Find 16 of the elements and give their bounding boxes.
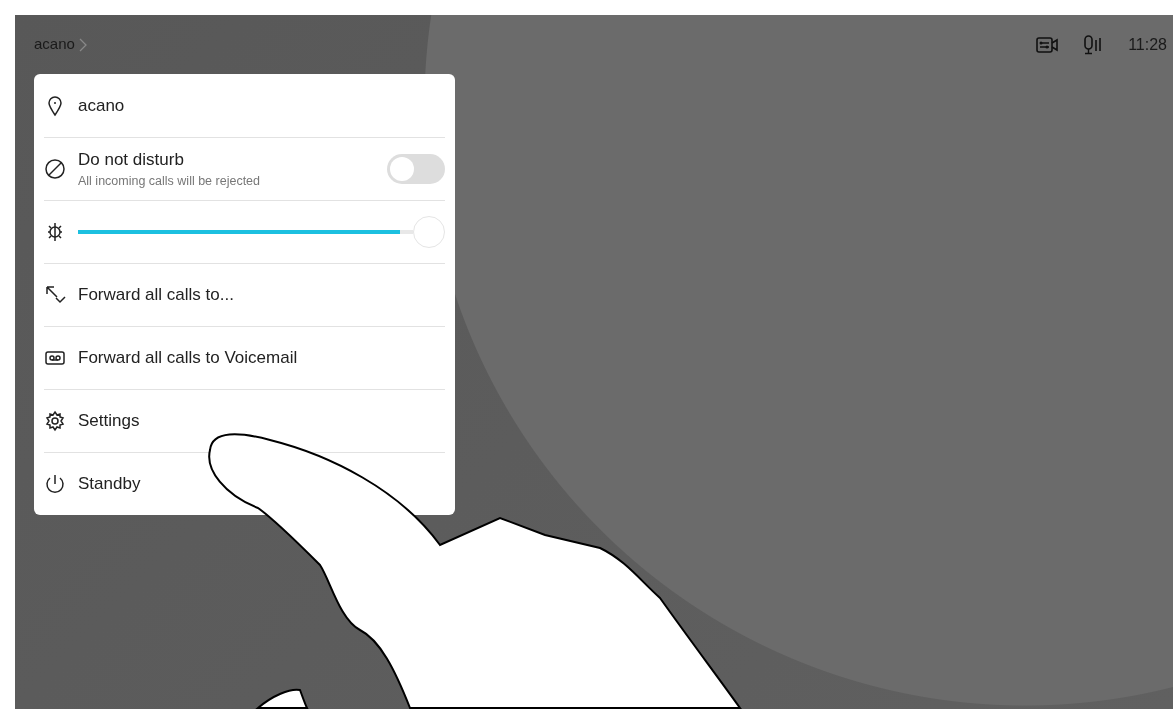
menu-item[interactable]: Forward all calls to... bbox=[78, 282, 234, 308]
do-not-disturb-icon bbox=[44, 158, 66, 180]
menu-item[interactable]: acano bbox=[78, 92, 125, 119]
clock-time: 11:28 bbox=[1128, 34, 1167, 55]
toggle-switch[interactable] bbox=[387, 154, 445, 184]
camera-controls-icon[interactable] bbox=[1036, 34, 1059, 55]
chevron-icon bbox=[78, 37, 87, 52]
menu-item[interactable]: Standby bbox=[78, 471, 141, 497]
slider-thumb[interactable] bbox=[413, 216, 445, 248]
settings-icon bbox=[44, 410, 66, 432]
menu-item[interactable]: Settings bbox=[78, 408, 140, 434]
forward-arrow-icon bbox=[44, 284, 66, 306]
menu-item[interactable]: Forward all calls to Voicemail bbox=[78, 345, 298, 371]
menu-item[interactable]: Do not disturb bbox=[78, 146, 261, 173]
power-icon bbox=[44, 473, 66, 495]
menu-item-subtitle: All incoming calls will be rejected bbox=[78, 173, 261, 191]
